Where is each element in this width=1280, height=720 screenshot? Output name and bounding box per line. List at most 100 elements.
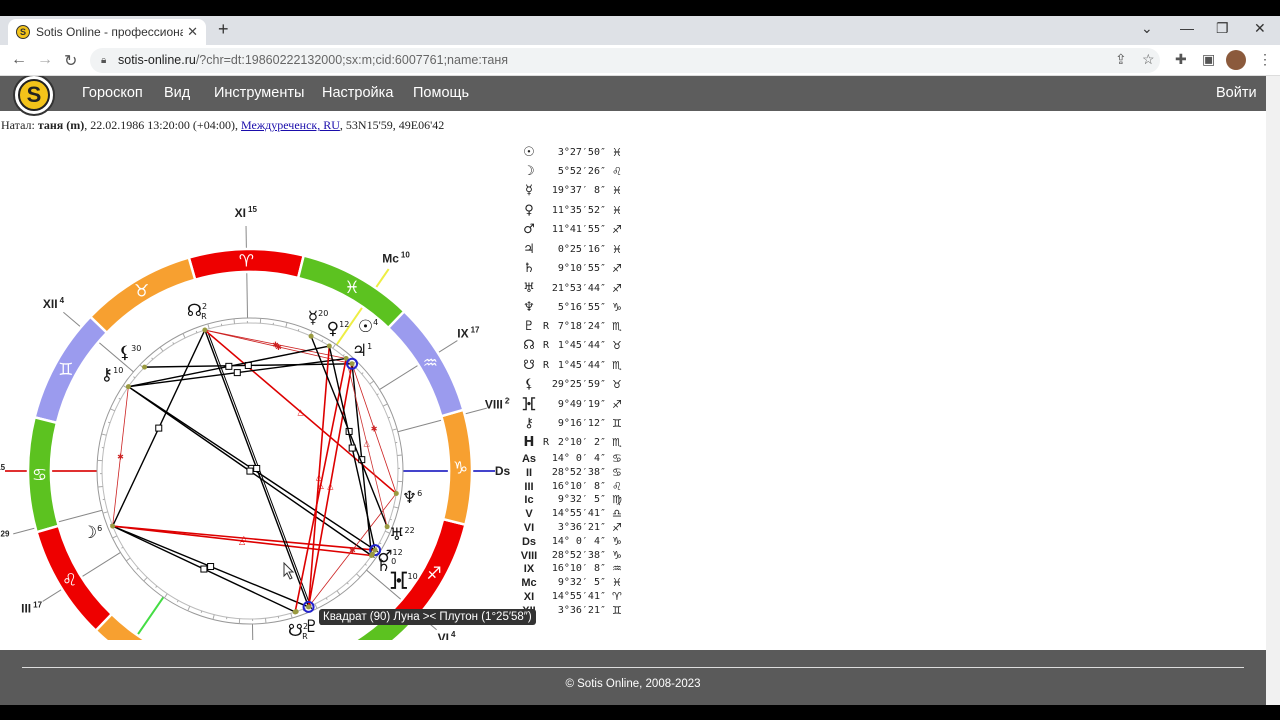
address-row: ← → ↻ 🔒︎ sotis-online.ru/?chr=dt:1986022… bbox=[0, 45, 1280, 76]
natal-name: таня (m) bbox=[37, 118, 85, 132]
degree-tick bbox=[101, 433, 107, 436]
tab-strip: S Sotis Online - профессиональная ✕ + ⌄ … bbox=[0, 16, 1280, 45]
position-row: H︎ R 2°10′ 2″ ♏︎ bbox=[520, 436, 630, 450]
planet-glyph-icon: ⚷︎ bbox=[524, 416, 534, 431]
menu-settings[interactable]: Настройка bbox=[322, 85, 393, 101]
menu-horoscope[interactable]: Гороскоп bbox=[82, 85, 143, 101]
chart-wheel[interactable]: As15II29III17Ic10V15VI4Ds15VIII29IX17Mc1… bbox=[0, 140, 522, 705]
sign-glyph-icon: ♐︎ bbox=[612, 521, 622, 534]
zodiac-sign-glyph-icon: ♒︎ bbox=[423, 354, 438, 374]
degree-tick bbox=[332, 343, 336, 349]
degree-tick bbox=[110, 408, 115, 412]
planet-dot bbox=[110, 523, 116, 529]
degree-tick bbox=[187, 606, 191, 611]
node-glyph-icon: ☊︎2 R bbox=[187, 301, 207, 321]
login-link[interactable]: Войти bbox=[1216, 85, 1257, 101]
aspect-square-marker bbox=[207, 563, 215, 571]
degree-tick bbox=[121, 546, 124, 549]
browser-tab[interactable]: S Sotis Online - профессиональная ✕ bbox=[8, 19, 206, 45]
degree-tick bbox=[125, 557, 131, 562]
maximize-icon[interactable]: ❐ bbox=[1216, 20, 1229, 37]
position-row: ♀︎ 11°35′52″ ♓︎ bbox=[520, 204, 630, 218]
site-menubar: S Гороскоп Вид Инструменты Настройка Пом… bbox=[0, 76, 1266, 116]
share-icon[interactable]: ⇪ bbox=[1115, 51, 1127, 68]
menu-tools[interactable]: Инструменты bbox=[214, 85, 304, 101]
close-window-icon[interactable]: ✕ bbox=[1254, 20, 1266, 37]
lock-icon: 🔒︎ bbox=[101, 55, 107, 66]
position-row: VIII 28°52′38″ ♑︎ bbox=[520, 549, 630, 563]
degree-tick bbox=[379, 542, 382, 545]
sign-glyph-icon: ♏︎ bbox=[612, 359, 622, 372]
degree-tick bbox=[108, 421, 111, 424]
house-cusp-label: VIII29 bbox=[485, 397, 510, 412]
uranus-glyph-icon: ♅︎22 bbox=[389, 525, 414, 545]
moon-glyph-icon: ☽︎6 bbox=[82, 523, 102, 543]
sign-glyph-icon: ♉︎ bbox=[612, 378, 622, 391]
degree-tick bbox=[200, 610, 203, 613]
degree-tick bbox=[207, 323, 210, 329]
position-value: 2°10′ 2″ bbox=[557, 437, 606, 448]
back-icon[interactable]: ← bbox=[11, 51, 27, 69]
degree-tick bbox=[364, 563, 367, 566]
address-bar[interactable]: 🔒︎ sotis-online.ru/?chr=dt:1986022213200… bbox=[90, 48, 1160, 73]
planet-glyph-icon: ♄︎ bbox=[523, 261, 535, 276]
degree-tick bbox=[336, 590, 341, 596]
page-scrollbar[interactable] bbox=[1266, 76, 1280, 705]
sign-glyph-icon: ♌︎ bbox=[612, 165, 622, 178]
planet-dot bbox=[125, 384, 131, 390]
extensions-icon[interactable]: ✚ bbox=[1175, 51, 1187, 68]
position-row: VI 3°36′21″ ♐︎ bbox=[520, 521, 630, 535]
sun-glyph-icon: ☉︎4 bbox=[358, 317, 378, 337]
browser-menu-icon[interactable]: ⋮ bbox=[1258, 51, 1272, 68]
bookmark-star-icon[interactable]: ☆ bbox=[1142, 51, 1155, 68]
degree-tick bbox=[356, 573, 361, 578]
house-cusp-label: II29 bbox=[0, 529, 10, 544]
degree-tick bbox=[212, 614, 215, 620]
sidepanel-icon[interactable]: ▣ bbox=[1202, 51, 1215, 68]
degree-tick bbox=[369, 380, 375, 385]
natal-coords: , 53N15'59, 49E06'42 bbox=[339, 118, 445, 132]
sign-glyph-icon: ♓︎ bbox=[612, 204, 622, 217]
aspect-square-marker bbox=[348, 444, 356, 452]
planet-dot bbox=[142, 364, 148, 370]
new-tab-button[interactable]: + bbox=[218, 19, 229, 40]
footer: © Sotis Online, 2008-2023 bbox=[0, 650, 1266, 705]
planet-dot bbox=[349, 361, 355, 367]
retrograde-flag: R bbox=[543, 340, 550, 351]
menu-view[interactable]: Вид bbox=[164, 85, 190, 101]
house-cusp-label: III 17 bbox=[21, 600, 42, 615]
reload-icon[interactable]: ↻ bbox=[64, 51, 77, 71]
degree-tick bbox=[392, 428, 398, 431]
position-row: IX 16°10′ 8″ ♒︎ bbox=[520, 562, 630, 576]
position-value: 5°52′26″ bbox=[557, 166, 606, 177]
degree-tick bbox=[118, 397, 121, 400]
profile-avatar[interactable] bbox=[1226, 50, 1246, 70]
position-value: 3°36′21″ bbox=[557, 522, 606, 533]
house-label: III bbox=[524, 480, 534, 493]
sign-glyph-icon: ♑︎ bbox=[612, 534, 622, 548]
sign-glyph-icon: ♎︎ bbox=[612, 507, 622, 521]
position-row: ⚸︎ 29°25′59″ ♉︎ bbox=[520, 378, 630, 392]
aspect-sextile-marker: ✱ bbox=[272, 340, 279, 349]
natal-place-link[interactable]: Междуреченск, RU bbox=[241, 118, 340, 132]
degree-tick bbox=[285, 322, 288, 328]
planet-glyph-icon: ⯘︎ bbox=[522, 397, 536, 412]
url-host: sotis-online.ru bbox=[118, 53, 196, 67]
degree-tick bbox=[102, 511, 108, 514]
tab-search-icon[interactable]: ⌄ bbox=[1141, 20, 1153, 37]
degree-tick bbox=[143, 577, 148, 582]
house-cusp-label: Ds15 bbox=[495, 463, 510, 478]
degree-tick bbox=[176, 600, 179, 603]
close-tab-icon[interactable]: ✕ bbox=[187, 24, 198, 40]
aspect-sextile-marker: ✱ bbox=[117, 452, 124, 461]
position-value: 16°10′ 8″ bbox=[551, 563, 606, 575]
sign-glyph-icon: ♌︎ bbox=[612, 479, 622, 493]
sotis-logo[interactable]: S bbox=[13, 76, 55, 116]
menu-help[interactable]: Помощь bbox=[413, 85, 469, 101]
minimize-icon[interactable]: — bbox=[1180, 20, 1194, 36]
house-cusp-label: Mc 10 bbox=[382, 250, 410, 265]
position-value: 11°35′52″ bbox=[551, 205, 606, 216]
sign-glyph-icon: ♏︎ bbox=[612, 320, 622, 333]
forward-icon[interactable]: → bbox=[37, 51, 53, 69]
degree-tick bbox=[233, 318, 236, 324]
